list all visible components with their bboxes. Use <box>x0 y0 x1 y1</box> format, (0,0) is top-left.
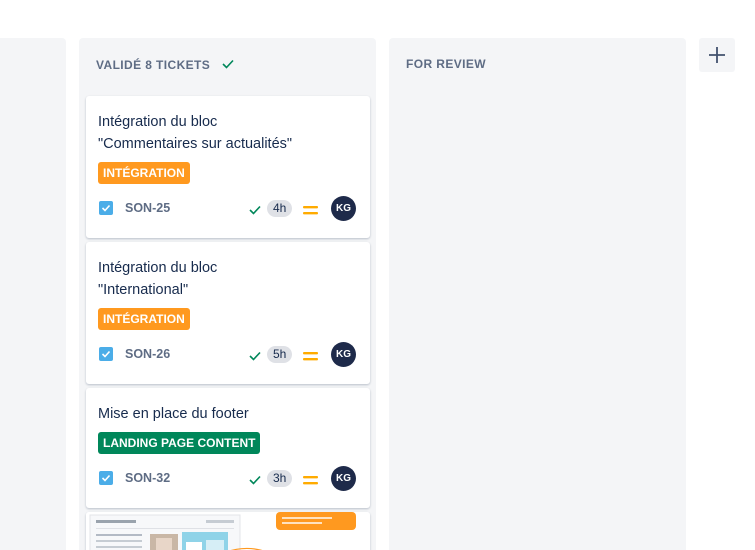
column-title: VALIDÉ 8 TICKETS <box>96 57 211 72</box>
epic-label: LANDING PAGE CONTENT <box>98 432 261 454</box>
issue-key[interactable]: SON-32 <box>125 471 170 485</box>
avatar[interactable]: KG <box>331 196 356 221</box>
issue-card[interactable]: Intégration du bloc "Commentaires sur ac… <box>86 96 370 238</box>
column-header[interactable]: FOR REVIEW <box>406 57 486 71</box>
board-column-valide: VALIDÉ 8 TICKETS Intégration du bloc "Co… <box>79 38 376 550</box>
card-footer: SON-26 5h KG <box>99 342 356 367</box>
card-footer: SON-25 4h KG <box>99 196 356 221</box>
issue-key[interactable]: SON-26 <box>125 347 170 361</box>
avatar[interactable]: KG <box>331 466 356 491</box>
task-checkbox-icon <box>99 471 113 485</box>
column-title: FOR REVIEW <box>406 57 487 71</box>
task-checkbox-icon <box>99 347 113 361</box>
check-icon <box>249 202 261 220</box>
board-column-for-review: FOR REVIEW <box>389 38 686 550</box>
issue-card[interactable]: Intégration du bloc "International" INTÉ… <box>86 242 370 384</box>
issue-card-cover[interactable] <box>86 512 370 550</box>
issue-title: Mise en place du footer <box>98 406 249 422</box>
estimate-badge: 4h <box>267 200 293 217</box>
estimate-badge: 5h <box>267 346 293 363</box>
add-column-button[interactable] <box>699 38 735 72</box>
estimate-badge: 3h <box>267 470 293 487</box>
priority-medium-icon <box>303 203 318 221</box>
avatar[interactable]: KG <box>331 342 356 367</box>
kanban-board: VALIDÉ 8 TICKETS Intégration du bloc "Co… <box>0 0 755 550</box>
priority-medium-icon <box>303 349 318 367</box>
issue-card[interactable]: Mise en place du footer LANDING PAGE CON… <box>86 388 370 508</box>
board-column-previous <box>0 38 66 550</box>
task-checkbox-icon <box>99 201 113 215</box>
issue-title: Intégration du bloc "International" <box>98 260 218 298</box>
issue-key[interactable]: SON-25 <box>125 201 170 215</box>
check-icon <box>249 472 261 490</box>
check-icon <box>222 57 234 72</box>
epic-label: INTÉGRATION <box>98 162 190 184</box>
column-header[interactable]: VALIDÉ 8 TICKETS <box>96 57 234 72</box>
issue-title: Intégration du bloc "Commentaires sur ac… <box>98 114 293 152</box>
check-icon <box>249 348 261 366</box>
cover-thumbnail-image <box>86 512 370 550</box>
priority-medium-icon <box>303 473 318 491</box>
epic-label: INTÉGRATION <box>98 308 190 330</box>
card-footer: SON-32 3h KG <box>99 466 356 491</box>
